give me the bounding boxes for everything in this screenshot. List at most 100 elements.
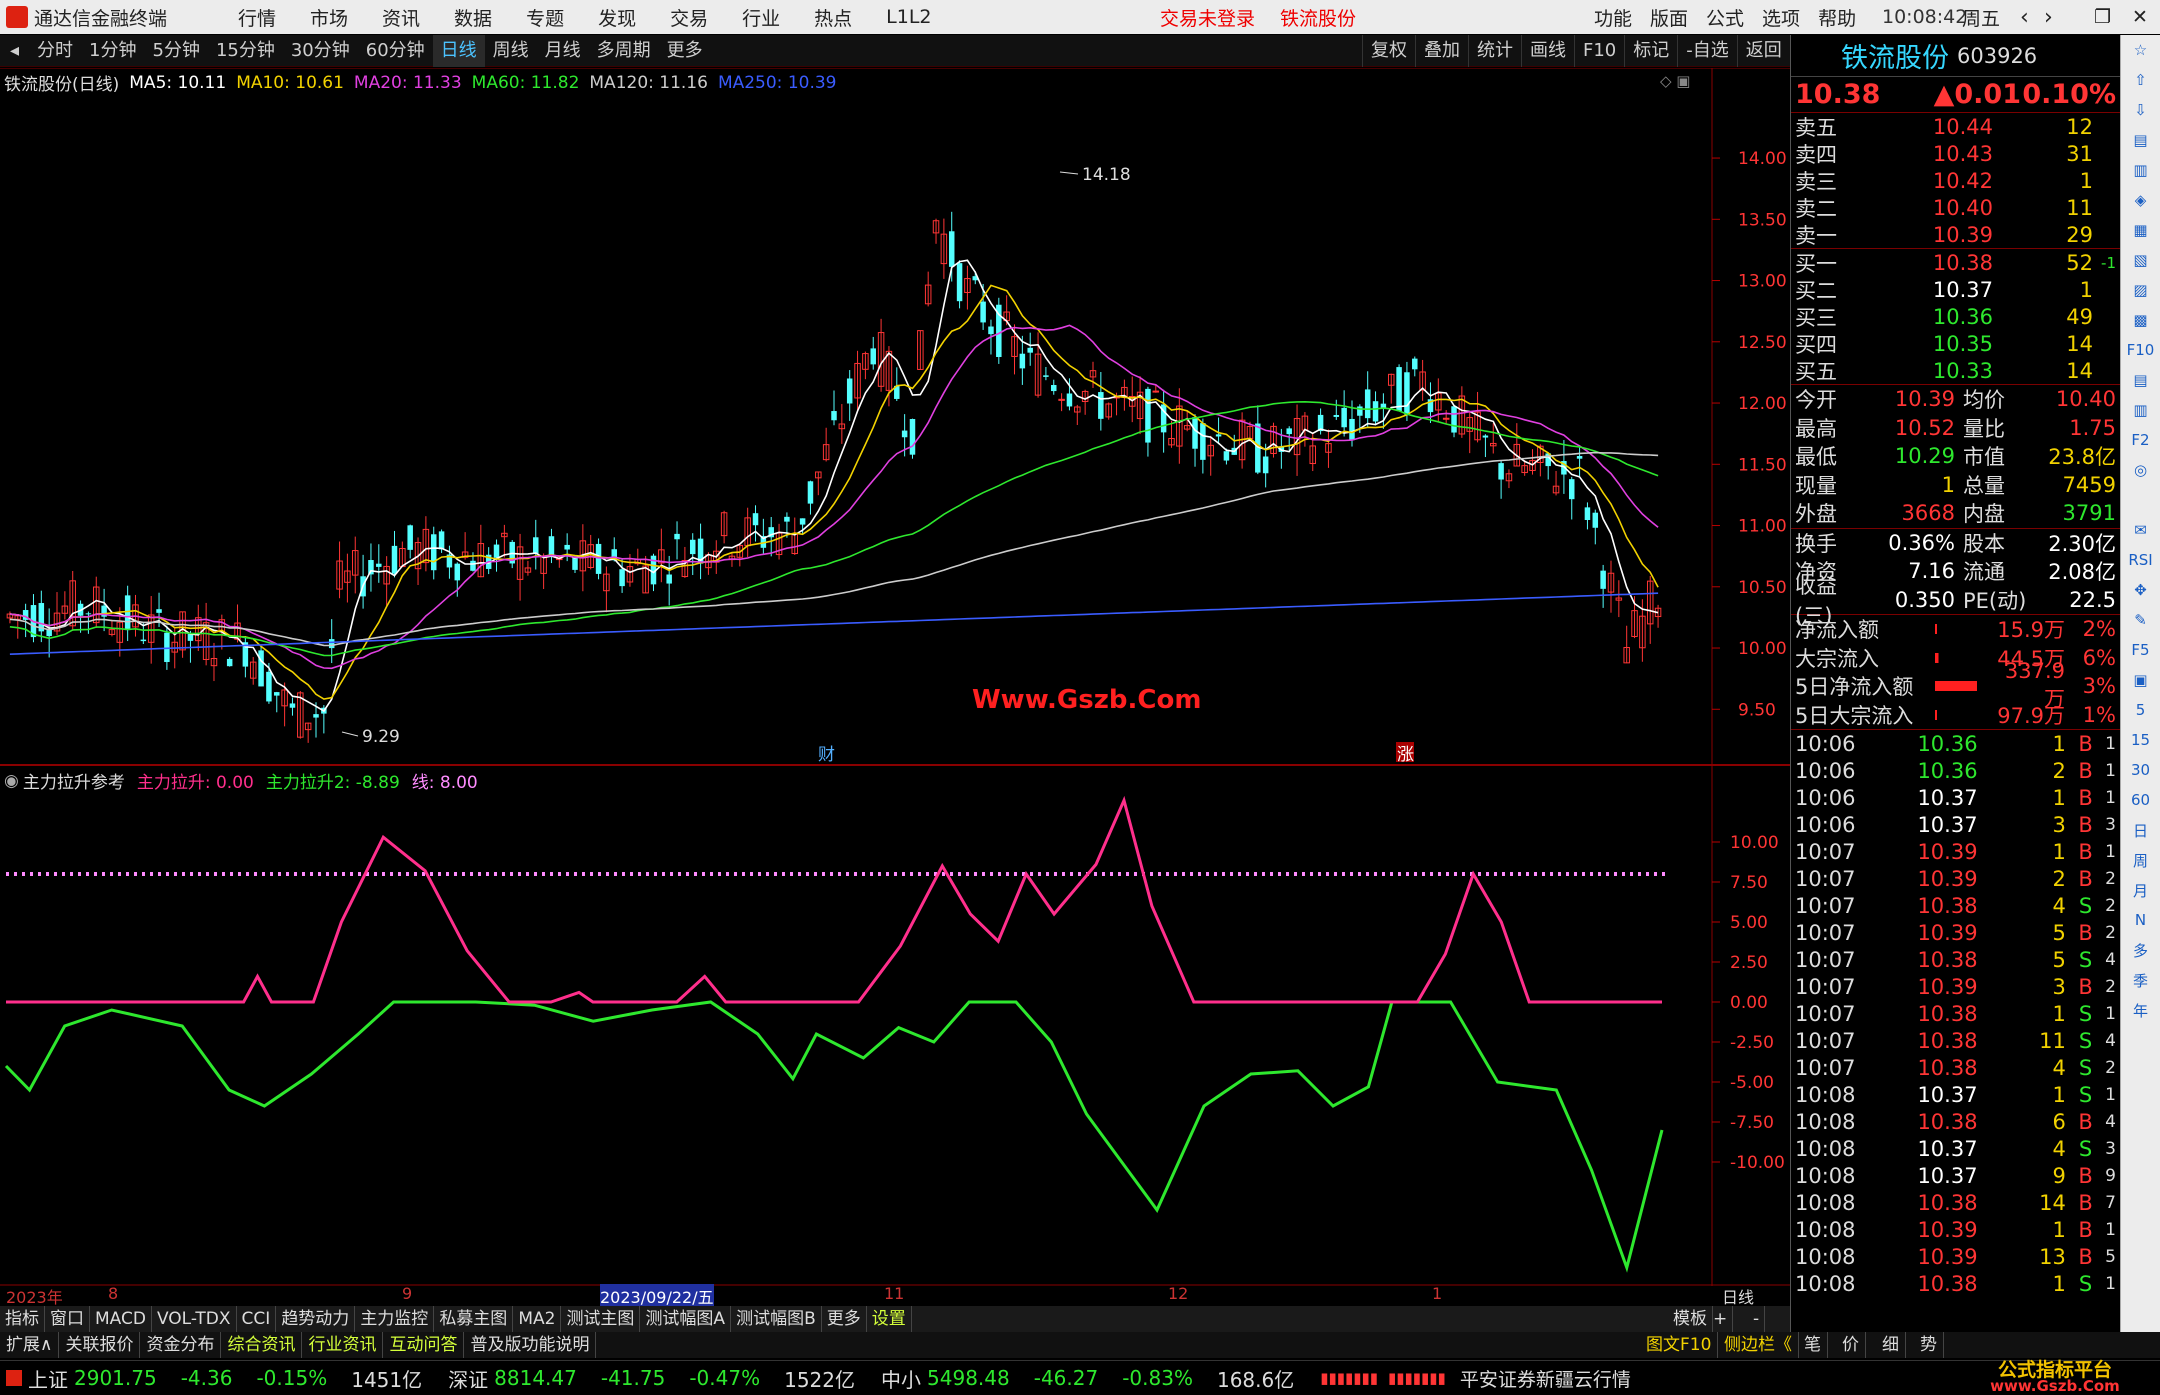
right-menu-item[interactable]: 版面 [1650, 4, 1688, 31]
side-tool-icon[interactable]: ▧ [2121, 245, 2160, 275]
period-tab[interactable]: 日线 [432, 34, 485, 67]
period-tab[interactable]: 1分钟 [81, 35, 144, 67]
menu-item[interactable]: 资讯 [382, 4, 420, 31]
side-tool-icon[interactable]: RSI [2121, 545, 2160, 575]
menu-item[interactable]: 专题 [526, 4, 564, 31]
side-tool-icon[interactable]: F5 [2121, 635, 2160, 665]
info-right-tab[interactable]: 势 [1914, 1332, 1944, 1358]
side-tool-icon[interactable]: ▥ [2121, 155, 2160, 185]
indicator-chart[interactable]: 10.00 7.50 5.00 2.50 0.00 -2.50 -5.00 -7.50 -10.… [0, 766, 1790, 1286]
side-tool-icon[interactable]: 周 [2121, 845, 2160, 875]
side-tool-icon[interactable]: ✥ [2121, 575, 2160, 605]
right-menu-item[interactable]: 选项 [1762, 4, 1800, 31]
close-icon[interactable]: ✕ [2132, 6, 2148, 28]
info-tab[interactable]: 普及版功能说明 [464, 1332, 597, 1358]
side-tool-icon[interactable]: 15 [2121, 725, 2160, 755]
side-tool-icon[interactable]: ▤ [2121, 365, 2160, 395]
restore-icon[interactable]: ❐ [2094, 6, 2111, 28]
period-tab[interactable]: 30分钟 [283, 35, 358, 67]
period-tab[interactable]: 15分钟 [208, 35, 283, 67]
right-menu-item[interactable]: 公式 [1706, 4, 1744, 31]
side-tool-icon[interactable]: 60 [2121, 785, 2160, 815]
menu-item[interactable]: 行业 [742, 4, 780, 31]
indicator-tab[interactable]: 主力监控 [355, 1306, 435, 1332]
right-menu-item[interactable]: 功能 [1594, 4, 1632, 31]
period-tab[interactable]: 多周期 [589, 35, 659, 67]
side-tool-icon[interactable]: 季 [2121, 965, 2160, 995]
side-tool-icon[interactable]: ✎ [2121, 605, 2160, 635]
side-tool-icon[interactable]: ▩ [2121, 305, 2160, 335]
indicator-toggle-icon[interactable]: ◉ [4, 771, 19, 791]
info-tab[interactable]: 扩展∧ [0, 1332, 60, 1358]
side-tool-icon[interactable]: ▦ [2121, 215, 2160, 245]
indicator-tab[interactable]: MACD [90, 1306, 152, 1332]
kline-chart[interactable]: 14.00 13.50 13.00 12.50 12.00 11.50 11.00 10.50… [0, 68, 1790, 766]
sh-label[interactable]: 上证 [28, 1364, 68, 1393]
info-right-tab[interactable]: 价 [1836, 1332, 1866, 1358]
side-tool-icon[interactable]: 多 [2121, 935, 2160, 965]
info-tab[interactable]: 资金分布 [140, 1332, 222, 1358]
collapse-icon[interactable]: ◂ [0, 40, 29, 61]
side-tool-icon[interactable]: 年 [2121, 995, 2160, 1025]
menu-item[interactable]: 交易 [670, 4, 708, 31]
side-tool-icon[interactable]: F10 [2121, 335, 2160, 365]
menu-item[interactable]: 市场 [310, 4, 348, 31]
indicator-tab[interactable]: 测试幅图B [731, 1306, 822, 1332]
template-button[interactable]: - [1748, 1306, 1766, 1332]
indicator-tab[interactable]: 指标 [0, 1306, 45, 1332]
info-tab[interactable]: 综合资讯 [221, 1332, 303, 1358]
info-tab[interactable]: 互动问答 [383, 1332, 465, 1358]
info-right-tab[interactable]: 图文F10 [1640, 1332, 1719, 1358]
toolbar-button[interactable]: 统计 [1468, 34, 1521, 67]
side-tool-icon[interactable]: ▨ [2121, 275, 2160, 305]
toolbar-button[interactable]: 叠加 [1415, 34, 1468, 67]
template-button[interactable]: + [1708, 1306, 1734, 1332]
period-tab[interactable]: 更多 [659, 35, 711, 67]
side-tool-icon[interactable]: 5 [2121, 695, 2160, 725]
side-tool-icon[interactable]: 30 [2121, 755, 2160, 785]
side-tool-icon[interactable]: ▣ [2121, 665, 2160, 695]
period-tab[interactable]: 周线 [485, 35, 537, 67]
side-tool-icon[interactable]: ⇩ [2121, 95, 2160, 125]
toolbar-button[interactable]: -自选 [1677, 34, 1737, 67]
side-tool-icon[interactable]: ✉ [2121, 515, 2160, 545]
info-tab[interactable]: 行业资讯 [302, 1332, 384, 1358]
zx-label[interactable]: 中小 [881, 1364, 921, 1393]
side-tool-icon[interactable]: 日 [2121, 815, 2160, 845]
menu-item[interactable]: 发现 [598, 4, 636, 31]
menu-item[interactable]: 行情 [238, 4, 276, 31]
indicator-tab[interactable]: 趋势动力 [276, 1306, 356, 1332]
side-tool-icon[interactable]: ☆ [2121, 35, 2160, 65]
info-right-tab[interactable]: 侧边栏《 [1718, 1332, 1799, 1358]
info-tab[interactable]: 关联报价 [59, 1332, 141, 1358]
side-tool-icon[interactable]: 月 [2121, 875, 2160, 905]
indicator-tab[interactable]: CCI [237, 1306, 277, 1332]
trade-status[interactable]: 交易未登录 [1160, 4, 1255, 31]
sz-label[interactable]: 深证 [448, 1364, 488, 1393]
toolbar-button[interactable]: 返回 [1736, 34, 1790, 67]
indicator-tab[interactable]: 设置 [867, 1306, 912, 1332]
indicator-tab[interactable]: 测试主图 [561, 1306, 641, 1332]
period-tab[interactable]: 月线 [537, 35, 589, 67]
indicator-tab[interactable]: VOL-TDX [152, 1306, 237, 1332]
toolbar-button[interactable]: 画线 [1521, 34, 1574, 67]
indicator-tab[interactable]: 私募主图 [434, 1306, 514, 1332]
info-right-tab[interactable]: 笔 [1798, 1332, 1828, 1358]
side-tool-icon[interactable]: ▤ [2121, 125, 2160, 155]
side-tool-icon[interactable]: N [2121, 905, 2160, 935]
side-tool-icon[interactable] [2121, 485, 2160, 515]
period-tab[interactable]: 5分钟 [145, 35, 208, 67]
period-tab[interactable]: 60分钟 [358, 35, 433, 67]
side-tool-icon[interactable]: F2 [2121, 425, 2160, 455]
toolbar-button[interactable]: 标记 [1624, 34, 1677, 67]
info-right-tab[interactable]: 细 [1876, 1332, 1906, 1358]
toolbar-button[interactable]: F10 [1574, 34, 1624, 67]
side-tool-icon[interactable]: ◈ [2121, 185, 2160, 215]
indicator-tab[interactable]: MA2 [513, 1306, 562, 1332]
side-tool-icon[interactable]: ◎ [2121, 455, 2160, 485]
right-menu-item[interactable]: 帮助 [1818, 4, 1856, 31]
menu-item[interactable]: 热点 [814, 4, 852, 31]
menu-item[interactable]: L1L2 [886, 6, 931, 28]
indicator-tab[interactable]: 测试幅图A [640, 1306, 732, 1332]
side-tool-icon[interactable]: ▥ [2121, 395, 2160, 425]
